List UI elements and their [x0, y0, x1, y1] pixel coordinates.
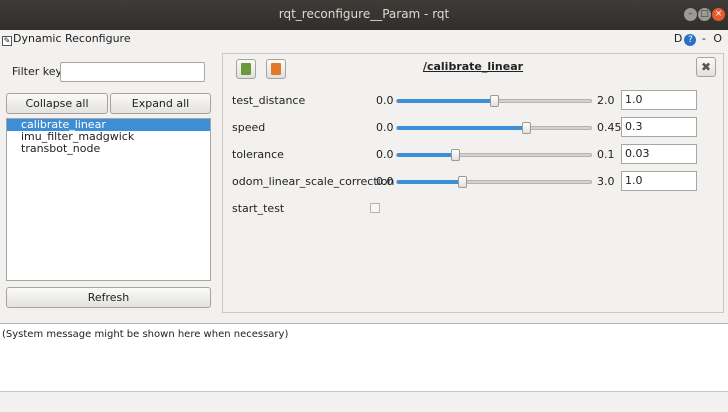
slider-fill [397, 180, 462, 184]
maximize-icon[interactable]: □ [698, 8, 711, 21]
dock-button[interactable]: D [674, 32, 684, 45]
slider-fill [397, 126, 527, 130]
start-test-checkbox[interactable] [370, 203, 380, 213]
slider-handle[interactable] [522, 122, 532, 134]
param-value-field[interactable]: 0.3 [621, 117, 697, 137]
help-icon[interactable]: ? [684, 34, 697, 46]
param-min: 0.0 [376, 175, 394, 188]
plugin-icon: ✎ [2, 36, 12, 46]
status-bar [0, 391, 728, 412]
param-name: start_test [232, 202, 285, 215]
plugin-title: Dynamic Reconfigure [13, 32, 131, 45]
param-row-start-test: start_test [223, 198, 725, 220]
slider-handle[interactable] [451, 149, 461, 161]
param-name: tolerance [232, 148, 284, 161]
window-titlebar: rqt_reconfigure__Param - rqt – □ × [0, 0, 728, 30]
slider-handle[interactable] [457, 176, 467, 188]
slider-handle[interactable] [490, 95, 499, 107]
param-slider[interactable] [396, 122, 592, 134]
param-value-field[interactable]: 1.0 [621, 90, 697, 110]
param-panel: /calibrate_linear ✖ test_distance 0.0 2.… [222, 53, 724, 313]
param-max: 0.45 [597, 121, 622, 134]
param-min: 0.0 [376, 148, 394, 161]
param-name: test_distance [232, 94, 306, 107]
close-icon[interactable]: × [712, 8, 725, 21]
node-title: /calibrate_linear [422, 60, 524, 73]
minimize-plugin-button[interactable]: - [702, 32, 708, 45]
param-row-speed: speed 0.0 0.45 0.3 [223, 117, 725, 139]
param-name: speed [232, 121, 266, 134]
param-value-field[interactable]: 1.0 [621, 171, 697, 191]
param-min: 0.0 [376, 121, 394, 134]
plugin-controls: D? - O [674, 32, 724, 46]
refresh-button[interactable]: Refresh [6, 287, 211, 308]
param-row-test-distance: test_distance 0.0 2.0 1.0 [223, 90, 725, 112]
close-node-icon[interactable]: ✖ [696, 57, 716, 77]
param-row-odom-linear-scale-correction: odom_linear_scale_correction 0.0 3.0 1.0 [223, 171, 725, 193]
param-row-tolerance: tolerance 0.0 0.1 0.03 [223, 144, 725, 166]
slider-fill [397, 99, 494, 103]
filter-label: Filter key: [12, 65, 65, 78]
param-value-field[interactable]: 0.03 [621, 144, 697, 164]
plugin-header: ✎ Dynamic Reconfigure D? - O [0, 30, 728, 48]
window-title: rqt_reconfigure__Param - rqt [278, 7, 450, 21]
system-message-area: (System message might be shown here when… [0, 323, 728, 391]
node-tree[interactable]: calibrate_linear imu_filter_madgwick tra… [6, 118, 211, 281]
slider-fill [397, 153, 456, 157]
system-message: (System message might be shown here when… [2, 329, 289, 340]
param-min: 0.0 [376, 94, 394, 107]
close-plugin-button[interactable]: O [713, 32, 724, 45]
param-max: 0.1 [597, 148, 615, 161]
expand-all-button[interactable]: Expand all [110, 93, 211, 114]
param-slider[interactable] [396, 95, 592, 107]
param-name: odom_linear_scale_correction [232, 175, 395, 188]
minimize-icon[interactable]: – [684, 8, 697, 21]
filter-input[interactable] [60, 62, 205, 82]
param-max: 3.0 [597, 175, 615, 188]
tree-node-transbot-node[interactable]: transbot_node [7, 143, 210, 155]
param-slider[interactable] [396, 149, 592, 161]
collapse-all-button[interactable]: Collapse all [6, 93, 108, 114]
param-max: 2.0 [597, 94, 615, 107]
param-slider[interactable] [396, 176, 592, 188]
